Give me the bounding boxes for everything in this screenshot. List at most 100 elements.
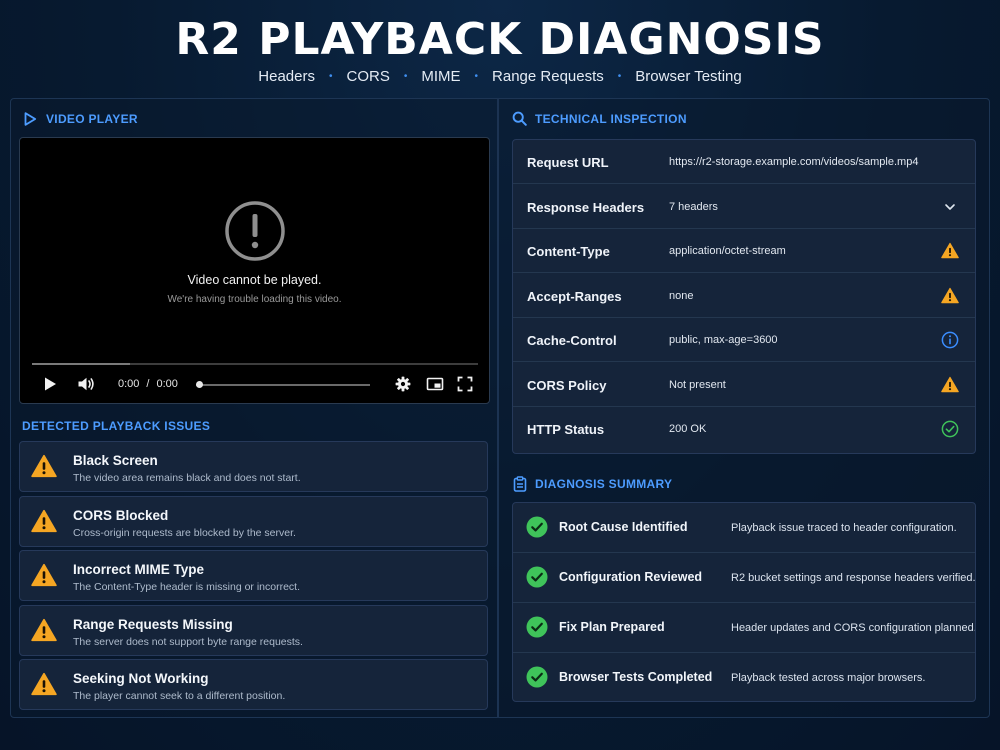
duration: 0:00 (156, 378, 178, 390)
topic-browser-testing: Browser Testing (635, 68, 742, 85)
player-controls: 0:00 / 0:00 (20, 370, 489, 400)
seek-slider[interactable] (196, 381, 370, 388)
issue-description: The player cannot seek to a different po… (73, 690, 286, 703)
topic-cors: CORS (346, 68, 390, 85)
issue-title: Black Screen (73, 453, 158, 468)
info-icon (941, 331, 959, 354)
inspection-value: none (669, 289, 694, 302)
summary-description: Playback tested across major browsers. (731, 672, 926, 684)
issue-card[interactable]: Seeking Not Working The player cannot see… (19, 659, 488, 711)
chevron-down-icon[interactable] (941, 198, 959, 221)
issue-card[interactable]: Black Screen The video area remains black… (19, 441, 488, 492)
topic-separator: • (403, 71, 408, 82)
summary-description: Playback issue traced to header configur… (731, 522, 957, 534)
summary-item: Configuration Reviewed R2 bucket settings… (513, 553, 975, 603)
inspection-row-response-headers[interactable]: Response Headers 7 headers (513, 185, 975, 229)
summary-title: Root Cause Identified (559, 520, 688, 534)
summary-title: Fix Plan Prepared (559, 620, 665, 634)
warning-icon (31, 618, 57, 647)
inspection-key: Cache-Control (527, 333, 617, 348)
inspection-key: HTTP Status (527, 422, 605, 437)
inspection-key: Response Headers (527, 199, 645, 215)
summary-description: Header updates and CORS configuration pl… (731, 622, 976, 634)
topic-range-requests: Range Requests (492, 68, 604, 85)
volume-icon[interactable] (77, 376, 95, 392)
summary-item: Fix Plan Prepared Header updates and CORS… (513, 603, 975, 653)
topic-headers: Headers (258, 68, 315, 85)
check-circle-icon (526, 566, 548, 588)
issue-card[interactable]: Incorrect MIME Type The Content-Type head… (19, 550, 488, 602)
error-detail: We're having trouble loading this video. (167, 294, 342, 305)
inspection-table: Request URL https://r2-storage.example.co… (512, 139, 976, 454)
issue-title: Range Requests Missing (73, 616, 233, 632)
play-icon[interactable] (42, 376, 58, 392)
check-circle-icon (526, 666, 548, 688)
inspection-value: https://r2-storage.example.com/videos/sa… (669, 156, 919, 168)
summary-title: Configuration Reviewed (559, 570, 703, 584)
picture-in-picture-icon[interactable] (426, 376, 444, 392)
error-message: Video cannot be played. (187, 273, 322, 287)
inspection-value: public, max-age=3600 (669, 334, 778, 346)
summary-heading: DIAGNOSIS SUMMARY (513, 476, 672, 492)
warning-icon (31, 509, 57, 538)
inspection-value: application/octet-stream (669, 245, 786, 257)
summary-description: R2 bucket settings and response headers … (731, 572, 976, 584)
check-circle-icon (941, 420, 959, 443)
summary-item: Browser Tests Completed Playback tested a… (513, 653, 975, 701)
inspection-label: TECHNICAL INSPECTION (535, 111, 687, 126)
issue-card[interactable]: CORS Blocked Cross-origin requests are bl… (19, 495, 488, 547)
fullscreen-icon[interactable] (457, 376, 473, 392)
gear-icon[interactable] (395, 376, 411, 392)
issue-description: The video area remains black and does no… (73, 472, 301, 484)
warning-icon (31, 563, 57, 592)
inspection-heading: TECHNICAL INSPECTION (512, 111, 687, 126)
error-icon (225, 201, 285, 261)
video-player-label: VIDEO PLAYER (46, 112, 138, 126)
clipboard-icon (513, 476, 527, 492)
issues-label: DETECTED PLAYBACK ISSUES (22, 419, 211, 433)
summary-item: Root Cause Identified Playback issue trac… (513, 503, 975, 553)
check-circle-icon (526, 616, 548, 638)
topic-separator: • (474, 71, 479, 82)
issue-description: The server does not support byte range r… (73, 635, 303, 648)
inspection-row-request-url: Request URL https://r2-storage.example.co… (513, 140, 975, 184)
topic-separator: • (328, 71, 333, 82)
inspection-key: Content-Type (527, 244, 610, 259)
inspection-row-accept-ranges: Accept-Ranges none (513, 274, 975, 318)
time-display: 0:00 / 0:00 (118, 378, 178, 390)
inspection-row-cors-policy: CORS Policy Not present (513, 363, 975, 407)
play-outline-icon (24, 112, 37, 126)
warning-icon (31, 454, 57, 483)
inspection-value: 7 headers (669, 200, 718, 213)
progress-bar[interactable] (32, 363, 478, 365)
seek-handle[interactable] (196, 381, 203, 388)
current-time: 0:00 (118, 378, 140, 390)
panel-divider (497, 98, 499, 718)
time-separator: / (146, 378, 150, 390)
inspection-row-cache-control: Cache-Control public, max-age=3600 (513, 318, 975, 362)
page-title: R2 PLAYBACK DIAGNOSIS (175, 14, 825, 65)
warning-icon (941, 287, 959, 309)
warning-icon (31, 672, 57, 701)
topic-mime: MIME (421, 68, 461, 85)
inspection-key: Accept-Ranges (527, 288, 622, 304)
issue-title: CORS Blocked (73, 507, 169, 523)
inspection-key: CORS Policy (527, 377, 607, 393)
issues-heading: DETECTED PLAYBACK ISSUES (22, 419, 210, 433)
issue-description: The Content-Type header is missing or in… (73, 581, 301, 594)
summary-list: Root Cause Identified Playback issue trac… (512, 502, 976, 702)
summary-label: DIAGNOSIS SUMMARY (535, 477, 673, 491)
check-circle-icon (526, 516, 548, 538)
video-player[interactable]: Video cannot be played. We're having tro… (19, 137, 490, 404)
summary-title: Browser Tests Completed (559, 670, 713, 684)
inspection-row-http-status: HTTP Status 200 OK (513, 407, 975, 451)
inspection-key: Request URL (527, 155, 609, 170)
topic-list: Headers • CORS • MIME • Range Requests •… (0, 68, 1000, 85)
search-icon (512, 111, 527, 126)
issue-card[interactable]: Range Requests Missing The server does no… (19, 604, 488, 656)
inspection-value: Not present (669, 378, 726, 391)
issue-description: Cross-origin requests are blocked by the… (73, 526, 296, 539)
issue-title: Seeking Not Working (73, 671, 209, 687)
topic-separator: • (617, 71, 622, 82)
issue-title: Incorrect MIME Type (73, 562, 205, 578)
